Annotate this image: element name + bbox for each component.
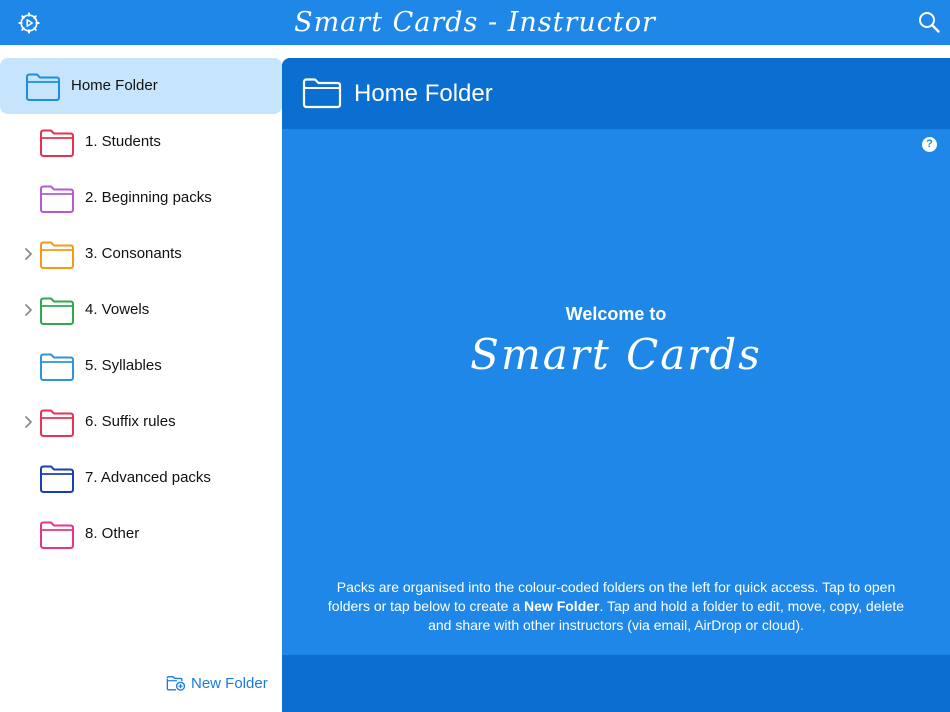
chevron-right-icon[interactable] (22, 245, 34, 263)
sidebar-folder-label: 3. Consonants (85, 245, 182, 262)
folder-icon (40, 129, 74, 157)
sidebar-folder-item[interactable]: 6. Suffix rules (0, 394, 282, 450)
folder-icon (302, 78, 342, 109)
folder-icon (40, 353, 74, 381)
new-folder-icon (166, 675, 186, 691)
folder-sidebar: Home Folder 1. Students 2. Beginning packs… (0, 58, 282, 712)
sidebar-folder-item[interactable]: Home Folder (0, 58, 282, 114)
folder-icon (40, 297, 74, 325)
folder-icon (40, 521, 74, 549)
help-button[interactable]: ? (922, 137, 937, 152)
sidebar-folder-label: 7. Advanced packs (85, 469, 211, 486)
sidebar-folder-label: 8. Other (85, 525, 140, 542)
search-icon[interactable] (917, 10, 941, 34)
folder-icon (26, 73, 60, 101)
sidebar-folder-item[interactable]: 3. Consonants (0, 226, 282, 282)
new-folder-button[interactable]: New Folder (166, 672, 268, 694)
main-footer (282, 655, 950, 712)
folder-icon (40, 185, 74, 213)
instructions-text: Packs are organised into the colour-code… (326, 578, 906, 635)
chevron-right-icon[interactable] (22, 301, 34, 319)
sidebar-folder-label: 4. Vowels (85, 301, 150, 318)
sidebar-folder-item[interactable]: 4. Vowels (0, 282, 282, 338)
sidebar-folder-item[interactable]: 7. Advanced packs (0, 450, 282, 506)
sidebar-folder-item[interactable]: 5. Syllables (0, 338, 282, 394)
main-header: Home Folder (282, 58, 950, 129)
sidebar-folder-item[interactable]: 1. Students (0, 114, 282, 170)
folder-icon (40, 241, 74, 269)
sidebar-folder-item[interactable]: 2. Beginning packs (0, 170, 282, 226)
app-title: Smart Cards - Instructor (294, 7, 656, 38)
sidebar-folder-label: 5. Syllables (85, 357, 162, 374)
main-title: Home Folder (354, 80, 493, 107)
main-panel: Home Folder ? Welcome to Smart Cards Pac… (282, 58, 950, 712)
new-folder-label: New Folder (191, 674, 268, 692)
sidebar-folder-item[interactable]: 8. Other (0, 506, 282, 562)
welcome-text: Welcome to (565, 304, 667, 324)
folder-icon (40, 465, 74, 493)
instructions-bold: New Folder (524, 598, 600, 614)
sidebar-folder-label: 6. Suffix rules (85, 413, 176, 430)
folder-icon (40, 409, 74, 437)
brand-wordmark: Smart Cards (470, 330, 762, 379)
sidebar-folder-label: 2. Beginning packs (85, 189, 212, 206)
top-bar: Smart Cards - Instructor (0, 0, 950, 45)
sidebar-folder-label: Home Folder (71, 77, 158, 94)
sidebar-folder-label: 1. Students (85, 133, 161, 150)
chevron-right-icon[interactable] (22, 413, 34, 431)
